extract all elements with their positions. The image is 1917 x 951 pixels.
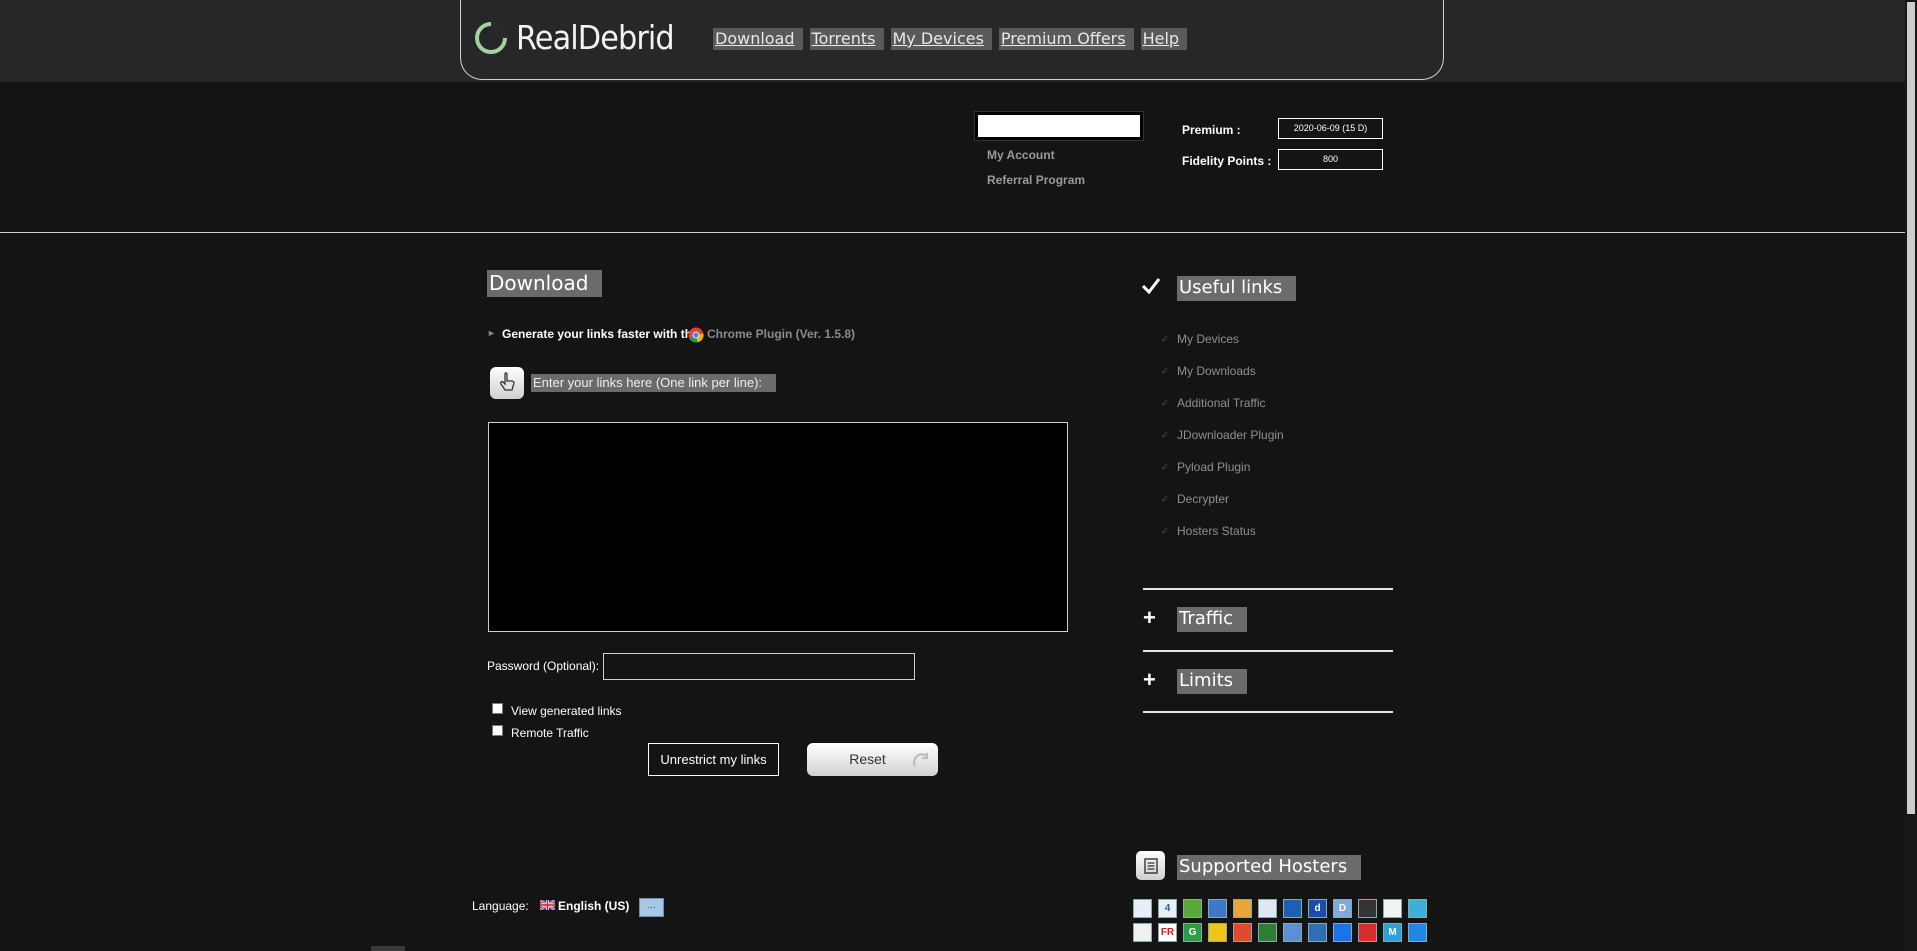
premium-value: 2020-06-09 (15 D) [1278,118,1383,139]
hoster-icon[interactable] [1283,923,1302,942]
hoster-icon[interactable] [1358,923,1377,942]
main-nav: Download Torrents My Devices Premium Off… [713,28,1188,50]
nav-help[interactable]: Help [1140,28,1188,50]
useful-link-hosters-status[interactable]: Hosters Status [1177,524,1256,538]
links-textarea[interactable] [488,422,1068,632]
hoster-icon[interactable] [1283,899,1302,918]
hoster-icon[interactable] [1233,923,1252,942]
view-generated-links-checkbox[interactable] [492,703,503,714]
useful-link-additional-traffic[interactable]: Additional Traffic [1177,396,1266,410]
enter-links-label: Enter your links here (One link per line… [531,374,777,392]
hoster-icon[interactable]: d [1308,899,1327,918]
my-account-link[interactable]: My Account [987,148,1055,162]
list-check-icon: ✓ [1161,366,1169,376]
hoster-icon[interactable]: M [1383,923,1402,942]
realdebrid-logo-icon[interactable] [473,20,509,56]
reset-button-label: Reset [849,751,886,767]
footer-tab [371,946,405,951]
list-check-icon: ✓ [1161,334,1169,344]
hoster-icon[interactable] [1308,923,1327,942]
expand-plus-icon[interactable]: + [1143,607,1156,629]
hoster-icon[interactable] [1208,899,1227,918]
password-label: Password (Optional): [487,659,600,673]
list-check-icon: ✓ [1161,526,1169,536]
supported-hosters-grid: 4 d D FR G M [1133,899,1428,942]
useful-link-decrypter[interactable]: Decrypter [1177,492,1229,506]
hoster-icon[interactable]: FR [1158,923,1177,942]
scrollbar-thumb[interactable] [1907,2,1915,814]
remote-traffic-label: Remote Traffic [511,726,589,740]
language-select-button[interactable]: ... [639,898,664,917]
hoster-icon[interactable] [1233,899,1252,918]
site-logo-text[interactable]: RealDebrid [516,18,675,57]
hoster-icon[interactable] [1208,923,1227,942]
hoster-icon[interactable] [1408,899,1427,918]
list-check-icon: ✓ [1161,462,1169,472]
nav-premium-offers[interactable]: Premium Offers [998,28,1134,50]
chrome-plugin-link[interactable]: Chrome Plugin (Ver. 1.5.8) [707,327,855,341]
hoster-icon[interactable] [1183,899,1202,918]
bullet-arrow-icon: ► [487,328,496,338]
hoster-icon[interactable] [1258,923,1277,942]
view-generated-links-label: View generated links [511,704,622,718]
page-scrollbar[interactable] [1905,0,1917,951]
pointing-hand-icon [490,367,524,399]
username-field[interactable] [975,112,1143,140]
nav-torrents[interactable]: Torrents [809,28,884,50]
language-label: Language: [472,899,529,913]
hoster-icon[interactable]: G [1183,923,1202,942]
remote-traffic-checkbox[interactable] [492,725,503,736]
sidebar-divider [1143,650,1393,652]
useful-link-my-downloads[interactable]: My Downloads [1177,364,1256,378]
supported-hosters-heading: Supported Hosters [1177,855,1362,880]
useful-link-my-devices[interactable]: My Devices [1177,332,1239,346]
hoster-icon[interactable] [1383,899,1402,918]
fidelity-points-label: Fidelity Points : [1182,154,1272,168]
hoster-icon[interactable] [1133,899,1152,918]
list-document-icon [1136,851,1165,880]
hoster-icon[interactable] [1133,923,1152,942]
download-heading: Download [487,270,603,297]
list-check-icon: ✓ [1161,398,1169,408]
password-input[interactable] [603,653,915,680]
expand-plus-icon[interactable]: + [1143,669,1156,691]
referral-program-link[interactable]: Referral Program [987,173,1085,187]
useful-link-jdownloader-plugin[interactable]: JDownloader Plugin [1177,428,1284,442]
site-header: RealDebrid Download Torrents My Devices … [460,0,1444,80]
uk-flag-icon [540,900,555,910]
checkmark-icon [1141,278,1161,295]
useful-link-pyload-plugin[interactable]: Pyload Plugin [1177,460,1250,474]
list-check-icon: ✓ [1161,430,1169,440]
nav-my-devices[interactable]: My Devices [890,28,992,50]
unrestrict-button[interactable]: Unrestrict my links [648,743,779,776]
list-check-icon: ✓ [1161,494,1169,504]
header-divider [0,232,1905,233]
limits-heading[interactable]: Limits [1177,669,1247,694]
nav-download[interactable]: Download [713,28,803,50]
chrome-icon [688,327,704,343]
generate-links-text: Generate your links faster with the [502,327,699,341]
hoster-icon[interactable] [1258,899,1277,918]
reset-arrow-icon [913,753,928,767]
hoster-icon[interactable]: D [1333,899,1352,918]
premium-label: Premium : [1182,123,1241,137]
sidebar-divider [1143,711,1393,713]
sidebar-divider [1143,588,1393,590]
hoster-icon[interactable]: 4 [1158,899,1177,918]
hoster-icon[interactable] [1408,923,1427,942]
hoster-icon[interactable] [1333,923,1352,942]
reset-button[interactable]: Reset [807,743,938,776]
traffic-heading[interactable]: Traffic [1177,607,1248,632]
language-value[interactable]: English (US) [558,899,629,913]
useful-links-heading: Useful links [1177,276,1297,301]
fidelity-points-value: 800 [1278,149,1383,170]
hoster-icon[interactable] [1358,899,1377,918]
